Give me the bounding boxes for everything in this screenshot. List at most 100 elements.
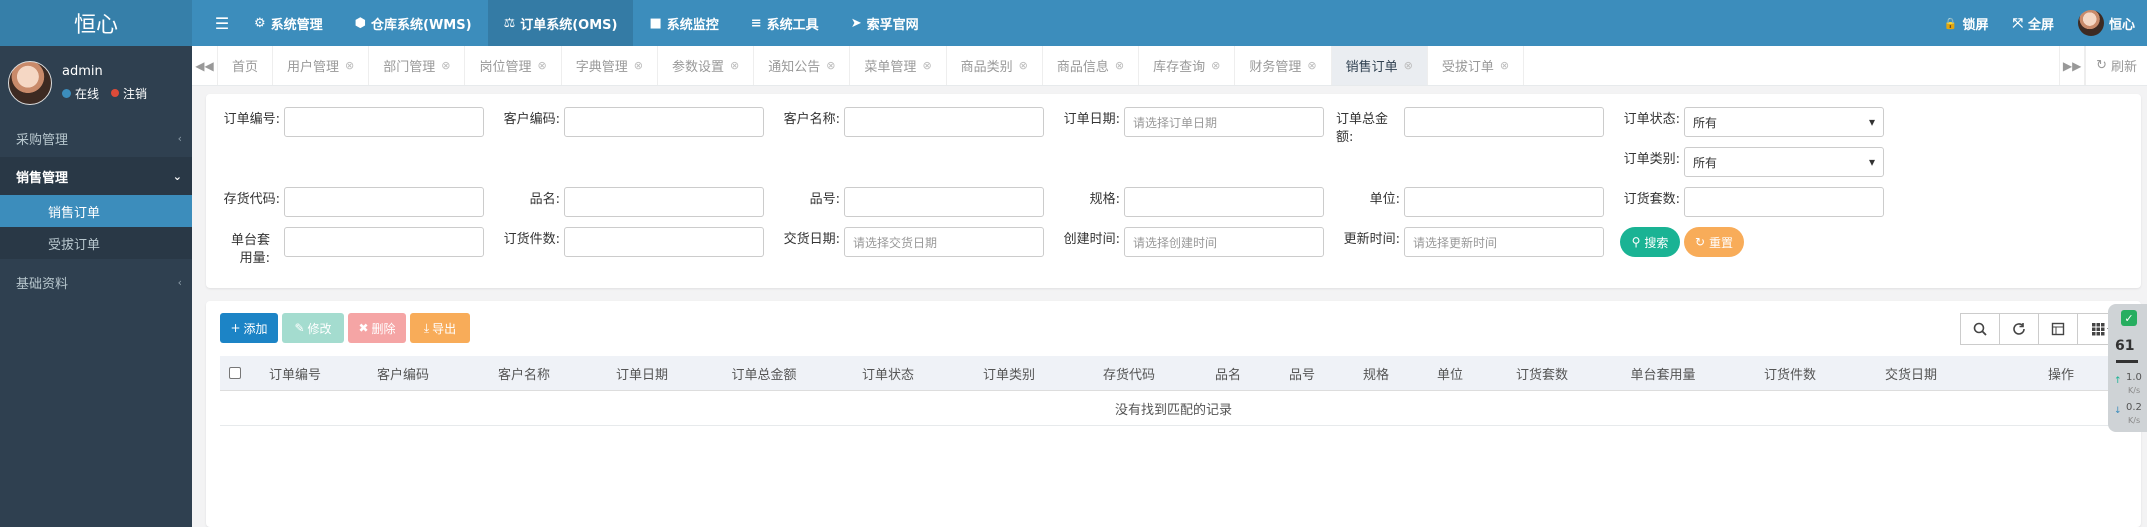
tab-dict-management[interactable]: 字典管理 ⊗ <box>562 46 658 85</box>
edit-button[interactable]: ✎ 修改 <box>282 313 344 343</box>
column-header[interactable]: 规格 <box>1338 364 1414 383</box>
column-header[interactable]: 品号 <box>1266 364 1338 383</box>
tab-post-management[interactable]: 岗位管理 ⊗ <box>465 46 562 85</box>
tab-notices[interactable]: 通知公告 ⊗ <box>754 46 851 85</box>
close-icon[interactable]: ⊗ <box>345 59 354 72</box>
order-status-select[interactable]: 所有 ▾ <box>1684 107 1884 137</box>
column-header[interactable]: 订货件数 <box>1728 364 1852 383</box>
close-icon[interactable]: ⊗ <box>922 59 931 72</box>
order-no-input[interactable] <box>284 107 484 137</box>
close-icon[interactable]: ⊗ <box>538 59 547 72</box>
topnav-monitor[interactable]: ■ 系统监控 <box>633 0 734 46</box>
close-icon[interactable]: ⊗ <box>1404 59 1413 72</box>
tab-menu-management[interactable]: 菜单管理 ⊗ <box>850 46 947 85</box>
unit-usage-input[interactable] <box>284 227 484 257</box>
topnav-wms[interactable]: ⬢ 仓库系统(WMS) <box>339 0 488 46</box>
column-header[interactable]: 交货日期 <box>1852 364 1970 383</box>
product-name-input[interactable] <box>564 187 764 217</box>
close-icon[interactable]: ⊗ <box>826 59 835 72</box>
tab-home[interactable]: 首页 <box>218 46 274 85</box>
close-icon[interactable]: ⊗ <box>441 59 450 72</box>
tab-product-category[interactable]: 商品类别 ⊗ <box>947 46 1043 85</box>
tab-dept-management[interactable]: 部门管理 ⊗ <box>369 46 466 85</box>
app-logo[interactable]: 恒心 <box>0 0 192 46</box>
tabs-scroll-right-icon[interactable]: ▶▶ <box>2059 46 2086 85</box>
refresh-tab-button[interactable]: ↻ 刷新 <box>2085 46 2147 85</box>
product-no-input[interactable] <box>844 187 1044 217</box>
created-at-input[interactable]: 请选择创建时间 <box>1124 227 1324 257</box>
order-total-input[interactable] <box>1404 107 1604 137</box>
column-header[interactable]: 单位 <box>1414 364 1486 383</box>
tab-param-settings[interactable]: 参数设置 ⊗ <box>658 46 755 85</box>
sidebar-item-label: 销售管理 <box>16 170 69 186</box>
close-icon[interactable]: ⊗ <box>1115 59 1124 72</box>
delivery-date-label: 交货日期: <box>783 232 840 247</box>
column-header[interactable]: 品名 <box>1190 364 1266 383</box>
spec-input[interactable] <box>1124 187 1324 217</box>
column-header[interactable]: 客户编码 <box>340 364 466 383</box>
add-button[interactable]: + 添加 <box>220 313 278 343</box>
video-camera-icon: ■ <box>649 15 662 31</box>
topnav-system-management[interactable]: ⚙ 系统管理 <box>238 0 339 46</box>
search-icon[interactable] <box>1960 313 2000 345</box>
column-header[interactable]: 订单总金额 <box>702 364 826 383</box>
topnav-official-site[interactable]: ➤ 索孚官网 <box>835 0 935 46</box>
select-all-checkbox[interactable] <box>220 367 250 379</box>
column-header[interactable]: 订单状态 <box>826 364 950 383</box>
topnav-tools[interactable]: ≡ 系统工具 <box>735 0 835 46</box>
close-icon[interactable]: ⊗ <box>1307 59 1316 72</box>
column-header[interactable]: 订单日期 <box>582 364 702 383</box>
sidebar-item-basic-data[interactable]: 基础资料 ‹ <box>0 263 192 301</box>
column-header[interactable]: 订单编号 <box>250 364 340 383</box>
close-icon[interactable]: ⊗ <box>1211 59 1220 72</box>
reset-button[interactable]: ↻ 重置 <box>1684 227 1744 257</box>
tab-finance[interactable]: 财务管理 ⊗ <box>1235 46 1332 85</box>
updated-at-input[interactable]: 请选择更新时间 <box>1404 227 1604 257</box>
tab-transfer-order[interactable]: 受拔订单 ⊗ <box>1428 46 1525 85</box>
close-icon[interactable]: ⊗ <box>1019 59 1028 72</box>
logout-icon[interactable] <box>111 89 120 97</box>
logout-link[interactable]: 注销 <box>123 85 147 102</box>
column-header[interactable]: 订货套数 <box>1486 364 1598 383</box>
lock-screen-button[interactable]: 🔒 锁屏 <box>1932 0 2001 46</box>
sidebar-subitem-sales-order[interactable]: 销售订单 <box>0 195 192 227</box>
column-header[interactable]: 客户名称 <box>466 364 582 383</box>
order-date-input[interactable]: 请选择订单日期 <box>1124 107 1324 137</box>
tab-product-info[interactable]: 商品信息 ⊗ <box>1043 46 1140 85</box>
customer-name-input[interactable] <box>844 107 1044 137</box>
column-header[interactable]: 存货代码 <box>1068 364 1190 383</box>
topnav-oms[interactable]: ⚖ 订单系统(OMS) <box>487 0 634 46</box>
column-header[interactable]: 订单类别 <box>950 364 1068 383</box>
close-icon[interactable]: ⊗ <box>1500 59 1509 72</box>
sidebar-item-purchase[interactable]: 采购管理 ‹ <box>0 119 192 157</box>
tab-sales-order[interactable]: 销售订单 ⊗ <box>1331 46 1428 85</box>
user-menu[interactable]: 恒心 <box>2066 0 2147 46</box>
tab-user-management[interactable]: 用户管理 ⊗ <box>273 46 370 85</box>
order-pieces-input[interactable] <box>564 227 764 257</box>
search-button[interactable]: ⚲ 搜索 <box>1620 227 1680 257</box>
tabs-scroll-left-icon[interactable]: ◀◀ <box>192 46 218 85</box>
tab-label: 商品信息 <box>1056 60 1109 75</box>
chevron-left-icon: ‹ <box>177 131 182 145</box>
order-sets-input[interactable] <box>1684 187 1884 217</box>
network-speed-widget[interactable]: ✓ 61 ↑ 1.0 K/s ↓ 0.2 K/s <box>2108 304 2147 432</box>
columns-icon[interactable] <box>2038 313 2078 345</box>
order-type-select[interactable]: 所有 ▾ <box>1684 147 1884 177</box>
export-button[interactable]: ⤓ 导出 <box>410 313 470 343</box>
close-icon[interactable]: ⊗ <box>730 59 739 72</box>
refresh-icon[interactable] <box>1999 313 2039 345</box>
close-icon[interactable]: ⊗ <box>634 59 643 72</box>
tab-inventory[interactable]: 库存查询 ⊗ <box>1139 46 1236 85</box>
stock-code-input[interactable] <box>284 187 484 217</box>
delete-button[interactable]: ✖ 删除 <box>348 313 406 343</box>
unit-input[interactable] <box>1404 187 1604 217</box>
sidebar-item-sales[interactable]: 销售管理 ⌄ <box>0 157 192 195</box>
widget-bar <box>2116 360 2138 363</box>
sidebar-subitem-transfer-order[interactable]: 受拔订单 <box>0 227 192 259</box>
column-header[interactable]: 单台套用量 <box>1598 364 1728 383</box>
customer-code-input[interactable] <box>564 107 764 137</box>
delivery-date-input[interactable]: 请选择交货日期 <box>844 227 1044 257</box>
balance-scale-icon: ⚖ <box>503 15 516 31</box>
menu-toggle-icon[interactable]: ☰ <box>206 14 238 33</box>
fullscreen-button[interactable]: ⤧ 全屏 <box>2001 0 2066 46</box>
